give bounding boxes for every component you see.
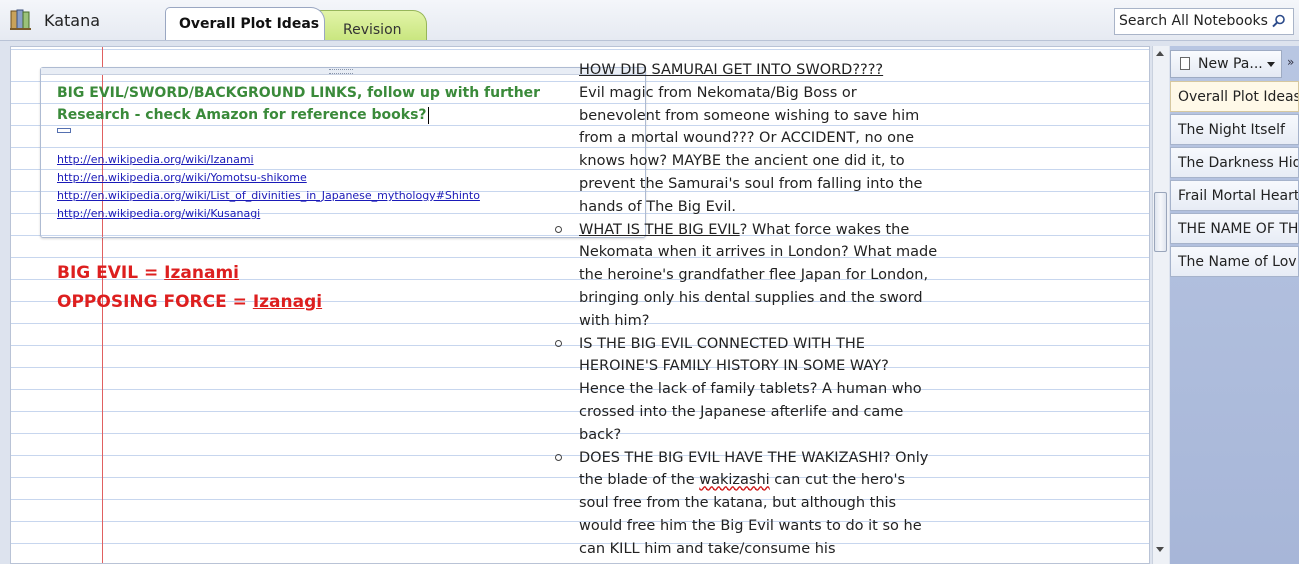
search-input[interactable]: Search All Notebooks [1114,8,1294,35]
scroll-thumb[interactable] [1154,192,1167,252]
link-yomotsu-shikome[interactable]: http://en.wikipedia.org/wiki/Yomotsu-shi… [57,169,480,187]
question-4: DOES THE BIG EVIL HAVE THE WAKIZASHI? On… [555,447,939,561]
new-page-icon [1180,57,1190,70]
questions-column[interactable]: HOW DID SAMURAI GET INTO SWORD???? Evil … [555,59,939,561]
page-item-overall-plot-ideas[interactable]: Overall Plot Ideas [1170,81,1299,112]
double-chevron-icon[interactable]: » [1287,55,1294,69]
question-2: WHAT IS THE BIG EVIL? What force wakes t… [555,219,939,333]
link-divinities[interactable]: http://en.wikipedia.org/wiki/List_of_div… [57,187,480,205]
note-drag-handle[interactable] [41,68,645,75]
notebook-name[interactable]: Katana [44,11,100,30]
q1-body: Evil magic from Nekomata/Big Boss or ben… [579,84,923,215]
page-item-frail-mortal-heart[interactable]: Frail Mortal Heart [1170,180,1299,211]
opposing-label: OPPOSING FORCE = [57,292,253,312]
chevron-down-icon[interactable] [1267,62,1275,67]
page-item-the-name-of-th[interactable]: THE NAME OF TH [1170,213,1299,244]
link-list: http://en.wikipedia.org/wiki/Izanami htt… [57,151,480,223]
vertical-scrollbar[interactable] [1152,46,1169,564]
notebook-icon[interactable] [10,9,34,31]
tab-overall-plot-ideas[interactable]: Overall Plot Ideas [165,7,325,40]
opposing-force-line[interactable]: OPPOSING FORCE = Izanagi [57,288,322,316]
big-evil-line[interactable]: BIG EVIL = Izanami [57,259,239,287]
page-item-the-name-of-lov[interactable]: The Name of Lov [1170,246,1299,277]
big-evil-value: Izanami [164,263,239,283]
scroll-down-icon[interactable] [1156,547,1164,552]
question-3: IS THE BIG EVIL CONNECTED WITH THE HEROI… [555,333,939,447]
paragraph-mark [57,128,71,133]
new-page-label: New Pa... [1198,56,1263,72]
bullet-icon [555,339,562,347]
bullet-icon [555,453,562,461]
top-bar: Katana Overall Plot Ideas Revision Searc… [0,0,1299,41]
tab-revision[interactable]: Revision [315,10,427,40]
page-item-the-night-itself[interactable]: The Night Itself [1170,114,1299,145]
big-evil-label: BIG EVIL = [57,263,165,283]
note-heading[interactable]: BIG EVIL/SWORD/BACKGROUND LINKS, follow … [57,82,557,126]
q3-body: IS THE BIG EVIL CONNECTED WITH THE HEROI… [579,335,922,443]
link-kusanagi[interactable]: http://en.wikipedia.org/wiki/Kusanagi [57,205,480,223]
search-placeholder: Search All Notebooks [1119,13,1268,29]
bullet-icon [555,225,562,233]
opposing-value: Izanagi [252,292,323,312]
q2-title: WHAT IS THE BIG EVIL [579,221,740,238]
q4-word: wakizashi [699,472,770,489]
new-page-button[interactable]: New Pa... [1170,50,1282,78]
text-cursor [427,106,429,124]
link-izanami[interactable]: http://en.wikipedia.org/wiki/Izanami [57,151,480,169]
grip-icon [329,69,353,74]
note-page[interactable]: BIG EVIL/SWORD/BACKGROUND LINKS, follow … [10,46,1150,564]
search-icon[interactable] [1272,14,1286,28]
question-1: HOW DID SAMURAI GET INTO SWORD???? Evil … [579,59,939,219]
scroll-up-icon[interactable] [1156,51,1164,56]
note-heading-text: BIG EVIL/SWORD/BACKGROUND LINKS, follow … [57,85,541,123]
page-tabs-pane: New Pa... » Overall Plot Ideas The Night… [1170,46,1299,564]
page-item-the-darkness-hid[interactable]: The Darkness Hid [1170,147,1299,178]
q1-title: HOW DID SAMURAI GET INTO SWORD???? [579,62,884,78]
